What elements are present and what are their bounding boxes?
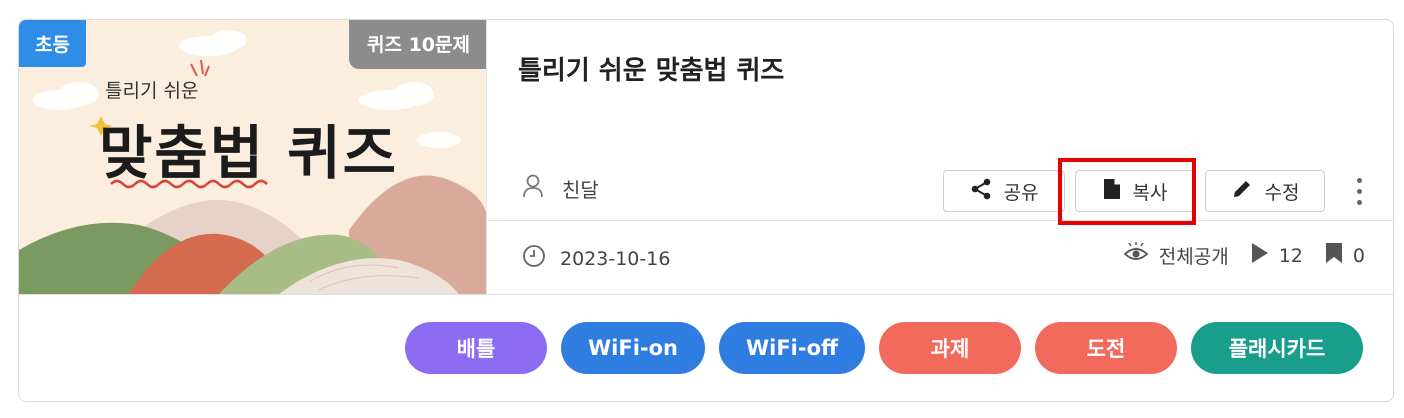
mode-buttons: 배틀 WiFi-on WiFi-off 과제 도전 플래시카드 — [405, 322, 1363, 374]
level-badge: 초등 — [19, 20, 86, 67]
created-date: 2023-10-16 — [522, 244, 670, 273]
quiz-card: 초등 퀴즈 10문제 틀리기 쉬운 맞춤법 퀴즈 틀리기 쉬운 맞춤법 퀴즈 친… — [18, 19, 1394, 402]
author: 친달 — [522, 174, 599, 203]
clock-icon — [522, 244, 546, 273]
share-button[interactable]: 공유 — [943, 170, 1065, 212]
mode-bar: 배틀 WiFi-on WiFi-off 과제 도전 플래시카드 — [19, 294, 1393, 401]
challenge-mode-button[interactable]: 도전 — [1035, 322, 1177, 374]
wifi-off-mode-button[interactable]: WiFi-off — [719, 322, 865, 374]
flashcard-mode-button[interactable]: 플래시카드 — [1191, 322, 1363, 374]
card-top: 초등 퀴즈 10문제 틀리기 쉬운 맞춤법 퀴즈 틀리기 쉬운 맞춤법 퀴즈 친… — [19, 20, 1393, 294]
battle-mode-button[interactable]: 배틀 — [405, 322, 547, 374]
copy-button[interactable]: 복사 — [1075, 170, 1195, 212]
action-bar: 공유 복사 수정 — [943, 170, 1369, 212]
document-icon — [1103, 178, 1121, 205]
pencil-icon — [1231, 178, 1253, 205]
user-icon — [522, 174, 544, 203]
quiz-title[interactable]: 틀리기 쉬운 맞춤법 퀴즈 — [518, 50, 784, 87]
more-options-icon[interactable] — [1349, 170, 1369, 212]
assignment-mode-button[interactable]: 과제 — [879, 322, 1021, 374]
bookmark-count: 0 — [1325, 242, 1365, 269]
edit-label: 수정 — [1264, 181, 1300, 204]
eye-icon — [1123, 242, 1149, 269]
quiz-info: 틀리기 쉬운 맞춤법 퀴즈 친달 공유 복사 수정 2023-10-16 전체공… — [488, 20, 1393, 294]
author-name[interactable]: 친달 — [562, 174, 599, 203]
divider — [488, 220, 1393, 221]
visibility: 전체공개 — [1123, 242, 1229, 269]
copy-label: 복사 — [1132, 181, 1168, 204]
share-icon — [970, 178, 992, 205]
thumbnail-subtitle: 틀리기 쉬운 — [105, 80, 199, 102]
play-count-text: 12 — [1278, 244, 1303, 267]
date-text: 2023-10-16 — [560, 247, 671, 270]
play-icon — [1251, 242, 1269, 269]
visibility-text: 전체공개 — [1158, 246, 1229, 268]
thumbnail-title: 맞춤법 퀴즈 — [99, 119, 398, 187]
edit-button[interactable]: 수정 — [1205, 170, 1325, 212]
quiz-stats: 전체공개 12 0 — [1101, 242, 1365, 269]
question-count-badge: 퀴즈 10문제 — [349, 20, 486, 69]
bookmark-icon[interactable] — [1325, 242, 1343, 269]
bookmark-count-text: 0 — [1352, 244, 1365, 267]
quiz-thumbnail[interactable]: 초등 퀴즈 10문제 틀리기 쉬운 맞춤법 퀴즈 — [19, 20, 487, 294]
play-count: 12 — [1251, 242, 1303, 269]
wifi-on-mode-button[interactable]: WiFi-on — [561, 322, 705, 374]
share-label: 공유 — [1003, 181, 1039, 204]
